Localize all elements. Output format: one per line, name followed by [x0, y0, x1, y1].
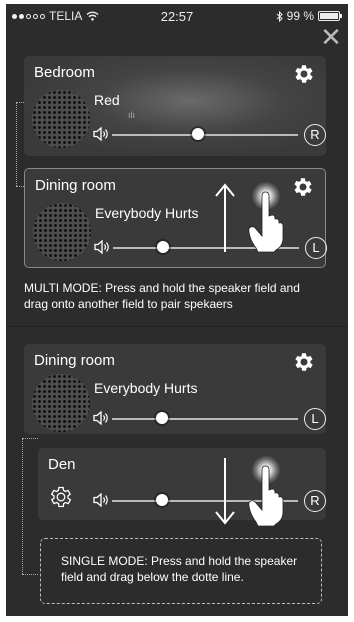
volume-icon	[93, 410, 108, 426]
bluetooth-icon	[276, 10, 283, 22]
room-name: Den	[48, 456, 76, 473]
channel-badge: R	[304, 490, 326, 512]
status-right: 99 %	[276, 9, 342, 23]
volume-slider-knob[interactable]	[156, 494, 169, 506]
equalizer-icon: ılı	[128, 110, 136, 120]
hand-pointer-icon	[248, 191, 284, 253]
track-title: Everybody Hurts	[94, 380, 198, 396]
arrow-up-icon	[215, 183, 235, 252]
gear-icon[interactable]	[292, 350, 316, 374]
gear-icon[interactable]	[291, 175, 315, 199]
pair-connector-bottom	[16, 186, 24, 187]
track-title: Everybody Hurts	[95, 205, 199, 221]
volume-slider-knob[interactable]	[157, 241, 170, 253]
speaker-card-dining-room-single[interactable]: Dining room Everybody Hurts L	[24, 344, 326, 434]
pair-connector-top	[16, 102, 24, 103]
volume-icon	[93, 126, 108, 142]
volume-slider-knob[interactable]	[156, 412, 169, 424]
volume-icon	[94, 239, 109, 255]
channel-badge: R	[304, 124, 326, 146]
single-mode-line	[22, 438, 23, 574]
single-mode-line-top	[22, 438, 38, 439]
arrow-down-icon	[215, 458, 235, 525]
speaker-card-bedroom[interactable]: Bedroom Red ılı R	[24, 56, 326, 156]
single-mode-line-bottom	[22, 574, 38, 575]
volume-slider[interactable]	[112, 134, 298, 136]
close-icon[interactable]: ✕	[320, 24, 342, 50]
multi-mode-instruction: MULTI MODE: Press and hold the speaker f…	[24, 281, 300, 311]
volume-icon	[93, 492, 108, 508]
gear-icon[interactable]	[292, 62, 316, 86]
track-title: Red	[94, 92, 120, 108]
status-bar: TELIA 22:57 99 %	[6, 4, 348, 26]
battery-icon	[318, 11, 342, 21]
hand-pointer-icon	[248, 465, 284, 527]
single-mode-drop-zone[interactable]: SINGLE MODE: Press and hold the speaker …	[40, 538, 322, 604]
room-name: Dining room	[35, 177, 116, 194]
speaker-grille-image	[32, 374, 90, 432]
channel-badge: L	[304, 408, 326, 430]
room-name: Bedroom	[34, 64, 95, 81]
phone-screen: TELIA 22:57 99 % ✕ Bedroom Red ılı R Din…	[6, 4, 348, 616]
pair-connector-line	[16, 102, 17, 186]
room-name: Dining room	[34, 352, 115, 369]
battery-percent: 99 %	[286, 9, 314, 23]
speaker-grille-image	[32, 90, 90, 148]
volume-slider-knob[interactable]	[191, 128, 204, 140]
single-mode-instruction: SINGLE MODE: Press and hold the speaker …	[61, 554, 298, 584]
section-divider	[6, 326, 348, 327]
channel-badge: L	[305, 237, 327, 259]
speaker-grille-image	[33, 203, 91, 261]
volume-slider[interactable]	[112, 418, 298, 420]
gear-icon[interactable]	[48, 484, 74, 510]
